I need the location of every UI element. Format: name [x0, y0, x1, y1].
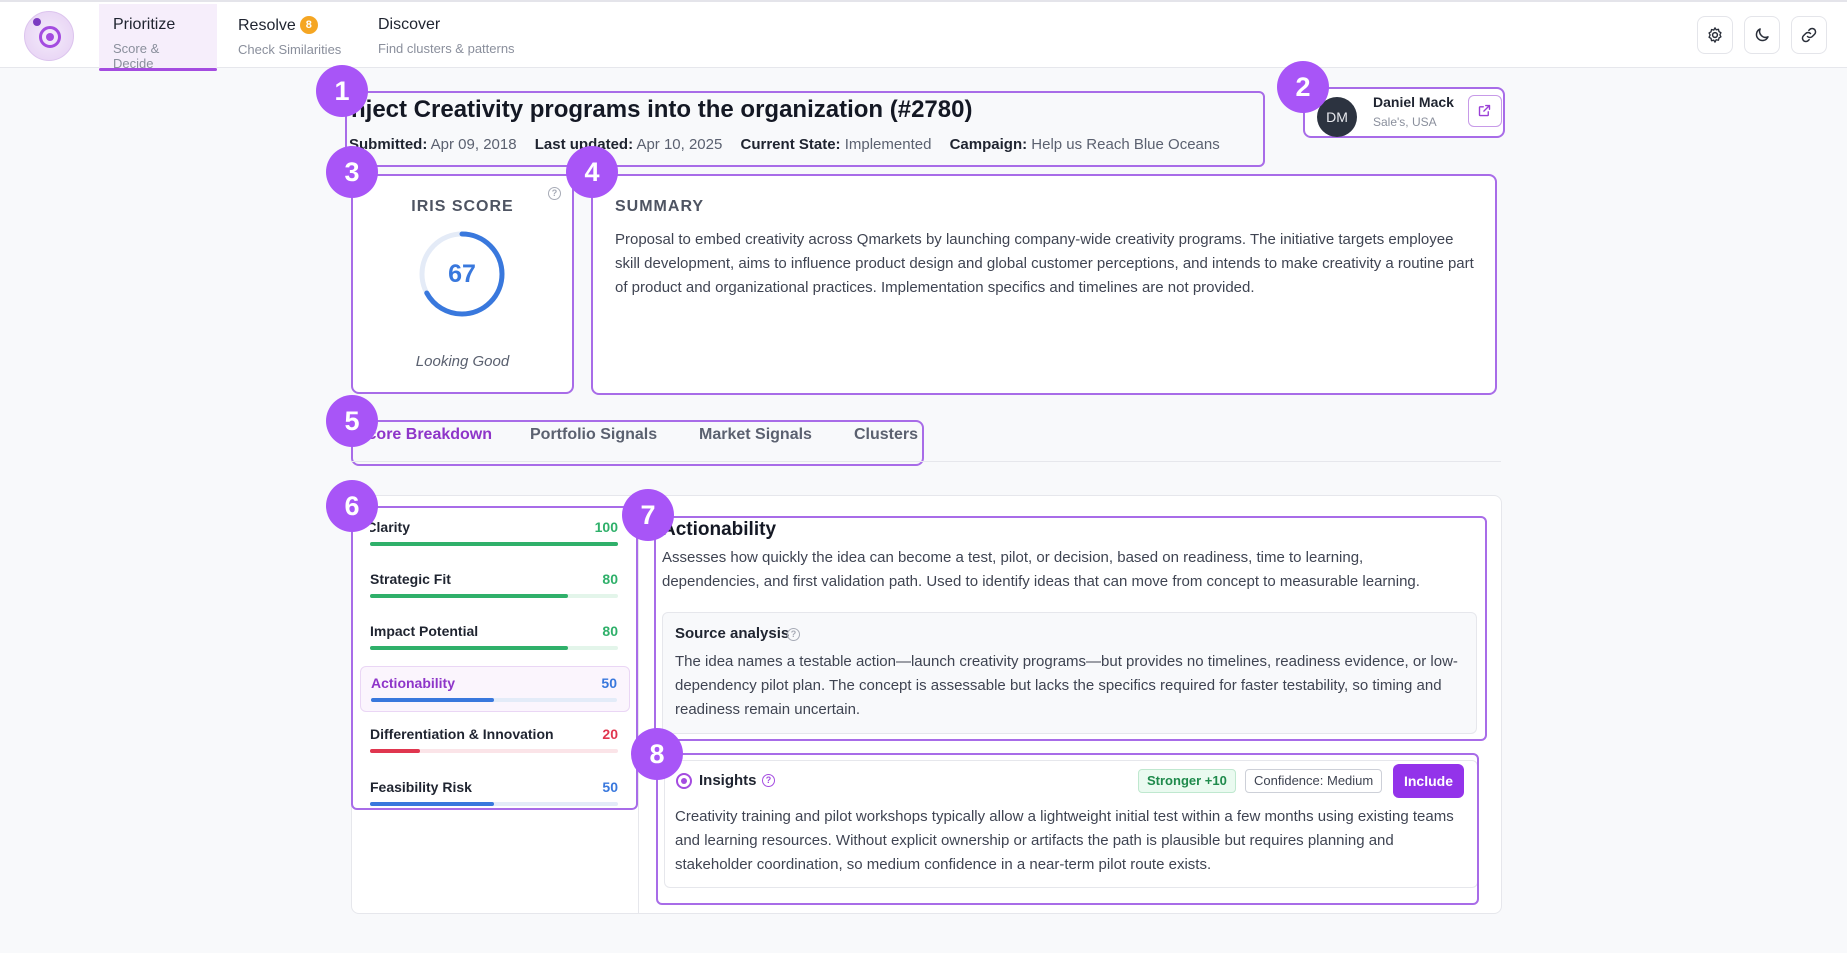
source-heading-text: Source analysis: [675, 625, 790, 642]
theme-toggle-button[interactable]: [1744, 16, 1780, 54]
tab-portfolio-signals[interactable]: Portfolio Signals: [530, 424, 657, 462]
marker-1: 1: [316, 65, 368, 117]
open-external-button[interactable]: [1468, 95, 1502, 127]
logo-dot: [46, 33, 54, 41]
detail-title: Actionability: [662, 519, 777, 540]
marker-8: 8: [631, 728, 683, 780]
nav-tab-sublabel: Find clusters & patterns: [378, 41, 515, 56]
metrics-highlight: [351, 506, 638, 810]
help-icon[interactable]: ?: [762, 774, 775, 787]
stronger-badge: Stronger +10: [1138, 769, 1236, 793]
marker-2: 2: [1277, 61, 1329, 113]
moon-icon: [1755, 28, 1769, 42]
current-state: Implemented: [844, 136, 932, 153]
tab-label: Score Breakdown: [361, 426, 492, 443]
tabs-divider: [351, 461, 1501, 462]
link-icon: [1801, 27, 1817, 43]
iris-score-card: IRIS SCORE ? 67 Looking Good: [351, 174, 574, 394]
top-navigation: Prioritize Score & Decide Resolve 8 Check…: [0, 0, 1847, 71]
copy-link-button[interactable]: [1791, 16, 1827, 54]
campaign-name: Help us Reach Blue Oceans: [1031, 136, 1220, 153]
tab-score-breakdown[interactable]: Score Breakdown: [361, 424, 492, 462]
resolve-count-badge: 8: [299, 16, 318, 34]
summary-heading: SUMMARY: [615, 198, 705, 215]
nav-tab-label: Prioritize: [113, 16, 176, 33]
state-label: Current State:: [740, 136, 841, 153]
summary-text: Proposal to embed creativity across Qmar…: [615, 231, 1474, 296]
settings-button[interactable]: [1697, 16, 1733, 54]
marker-7: 7: [622, 489, 674, 541]
iris-score-status: Looking Good: [415, 353, 510, 370]
nav-tab-sublabel: Check Similarities: [238, 42, 342, 57]
nav-tab-resolve[interactable]: Resolve 8 Check Similarities: [224, 4, 364, 70]
source-analysis-heading: Source analysis: [675, 625, 789, 642]
logo-orbit: [33, 18, 41, 26]
include-button[interactable]: Include: [1393, 764, 1464, 798]
confidence-badge: Confidence: Medium: [1245, 769, 1383, 793]
external-link-icon: [1478, 104, 1491, 117]
panel-divider: [638, 496, 639, 913]
author-name: Daniel Mack: [1373, 94, 1454, 110]
updated-date: Apr 10, 2025: [636, 136, 723, 153]
detail-description: Assesses how quickly the idea can become…: [662, 549, 1420, 590]
nav-tab-label: Discover: [378, 16, 441, 33]
summary-card: SUMMARY Proposal to embed creativity acr…: [591, 174, 1497, 395]
iris-score-label: IRIS SCORE: [411, 198, 514, 215]
campaign-label: Campaign:: [949, 136, 1028, 153]
marker-5: 5: [326, 395, 378, 447]
help-icon[interactable]: ?: [787, 628, 800, 641]
insights-text: Creativity training and pilot workshops …: [675, 808, 1454, 873]
source-analysis-text: The idea names a testable action—launch …: [675, 653, 1458, 718]
marker-4: 4: [566, 146, 618, 198]
author-card: DM Daniel Mack Sale's, USA: [1303, 87, 1505, 138]
submitted-date: Apr 09, 2018: [430, 136, 517, 153]
nav-tab-sublabel: Score & Decide: [113, 41, 160, 71]
iris-score-value: 67: [448, 260, 476, 288]
nav-tab-discover[interactable]: Discover Find clusters & patterns: [364, 4, 534, 70]
idea-meta: Submitted: Apr 09, 2018 Last updated: Ap…: [349, 136, 1220, 153]
nav-tab-label: Resolve: [238, 17, 296, 34]
marker-3: 3: [326, 146, 378, 198]
gear-icon: [1708, 27, 1722, 43]
insights-icon: [676, 773, 692, 789]
idea-title: nject Creativity programs into the organ…: [351, 96, 973, 123]
marker-6: 6: [326, 480, 378, 532]
insights-heading: Insights: [699, 772, 757, 789]
author-location: Sale's, USA: [1373, 115, 1437, 129]
app-logo[interactable]: [24, 11, 74, 61]
tab-market-signals[interactable]: Market Signals: [699, 424, 812, 462]
help-icon[interactable]: ?: [548, 187, 561, 200]
nav-tab-prioritize[interactable]: Prioritize Score & Decide: [99, 4, 217, 71]
tab-clusters[interactable]: Clusters: [854, 424, 918, 462]
